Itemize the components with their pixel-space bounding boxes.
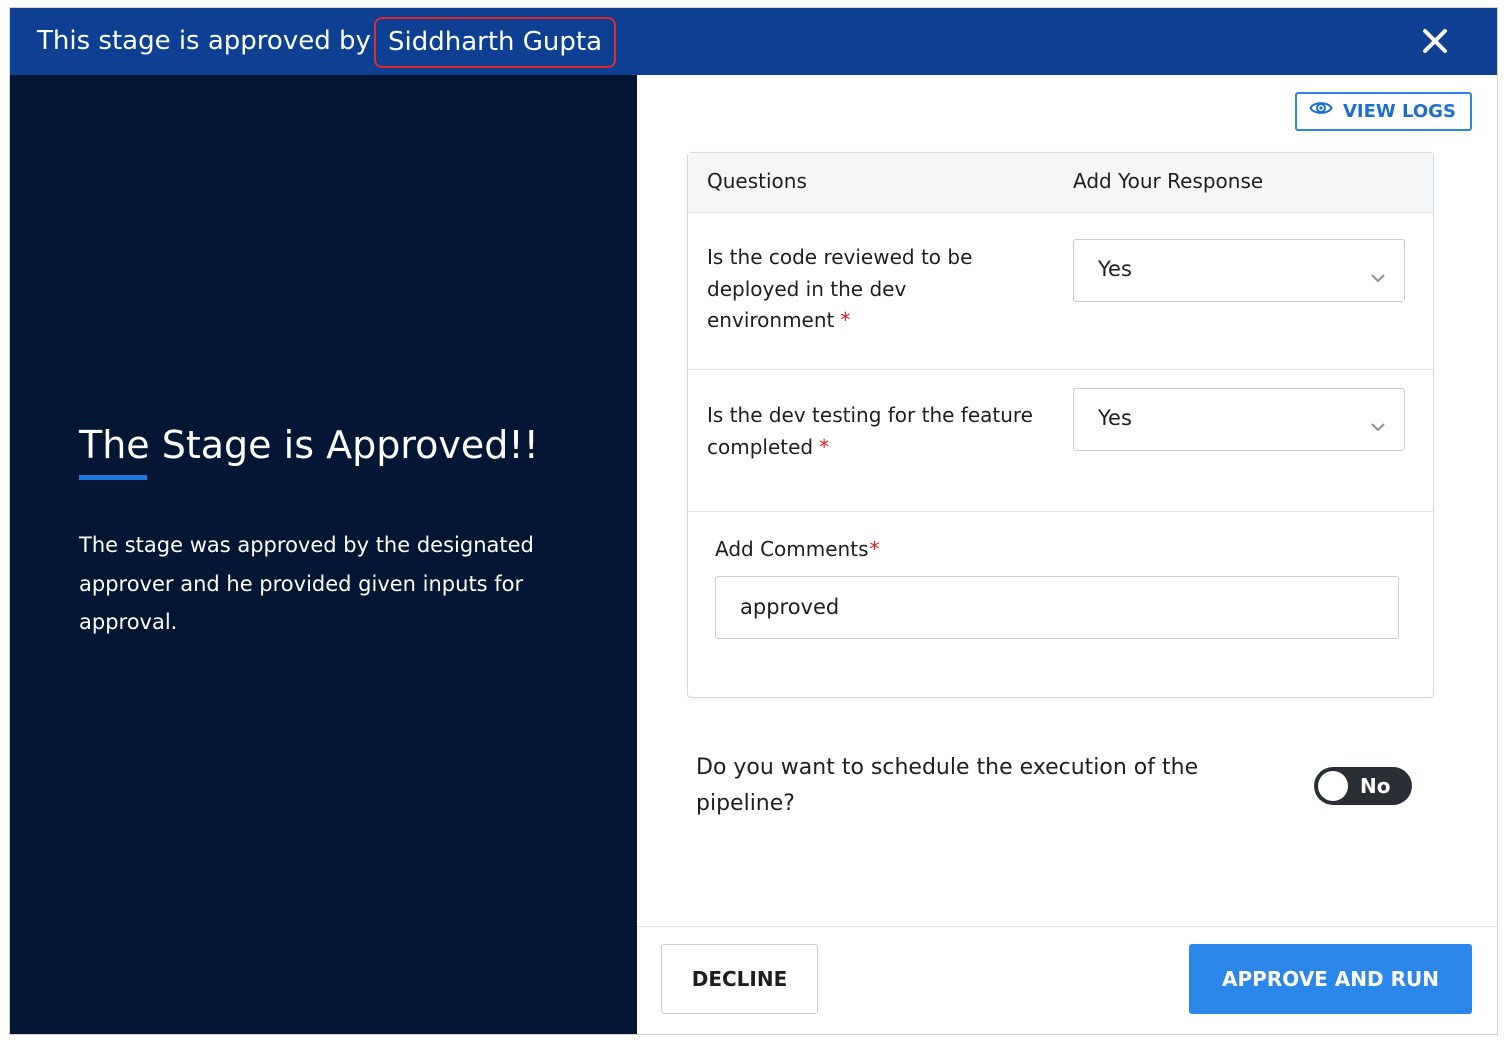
- table-header: Questions Add Your Response: [688, 153, 1433, 213]
- required-asterisk: *: [869, 537, 880, 561]
- response-column-header: Add Your Response: [1073, 169, 1264, 193]
- status-panel: The Stage is Approved!! The stage was ap…: [10, 75, 637, 1034]
- eye-icon: [1309, 94, 1343, 129]
- header-title: This stage is approved by: [37, 26, 371, 56]
- response-value: Yes: [1098, 257, 1132, 281]
- response-select[interactable]: Yes: [1073, 239, 1405, 302]
- questions-card: Questions Add Your Response Is the code …: [687, 152, 1434, 698]
- decline-button[interactable]: DECLINE: [661, 944, 818, 1014]
- table-row: Is the dev testing for the feature compl…: [688, 370, 1433, 512]
- question-text: Is the dev testing for the feature compl…: [707, 403, 1033, 459]
- status-title: The Stage is Approved!!: [79, 423, 539, 467]
- footer-divider: [637, 926, 1497, 927]
- table-row: Is the code reviewed to be deployed in t…: [688, 213, 1433, 370]
- required-asterisk: *: [840, 308, 851, 332]
- title-underline: [79, 475, 147, 480]
- chevron-down-icon: [1370, 264, 1386, 288]
- comments-label: Add Comments*: [715, 537, 880, 561]
- comments-input[interactable]: approved: [715, 576, 1399, 639]
- status-description: The stage was approved by the designated…: [79, 533, 534, 634]
- approval-dialog: This stage is approved by Siddharth Gupt…: [9, 7, 1498, 1035]
- required-asterisk: *: [819, 434, 830, 459]
- toggle-knob: [1318, 771, 1348, 801]
- toggle-label: No: [1360, 774, 1391, 798]
- view-logs-label: VIEW LOGS: [1343, 101, 1456, 122]
- response-select[interactable]: Yes: [1073, 388, 1405, 451]
- dialog-header: This stage is approved by Siddharth Gupt…: [10, 8, 1497, 75]
- close-icon[interactable]: [1416, 22, 1454, 60]
- chevron-down-icon: [1370, 413, 1386, 437]
- question-text: Is the code reviewed to be deployed in t…: [707, 245, 973, 332]
- schedule-toggle[interactable]: No: [1314, 767, 1412, 805]
- response-value: Yes: [1098, 406, 1132, 430]
- schedule-question: Do you want to schedule the execution of…: [696, 755, 1199, 816]
- approve-and-run-button[interactable]: APPROVE AND RUN: [1189, 944, 1472, 1014]
- form-panel: VIEW LOGS Questions Add Your Response Is…: [637, 75, 1497, 1034]
- approver-name-highlight: Siddharth Gupta: [374, 17, 617, 68]
- questions-column-header: Questions: [707, 169, 807, 193]
- view-logs-button[interactable]: VIEW LOGS: [1295, 92, 1472, 131]
